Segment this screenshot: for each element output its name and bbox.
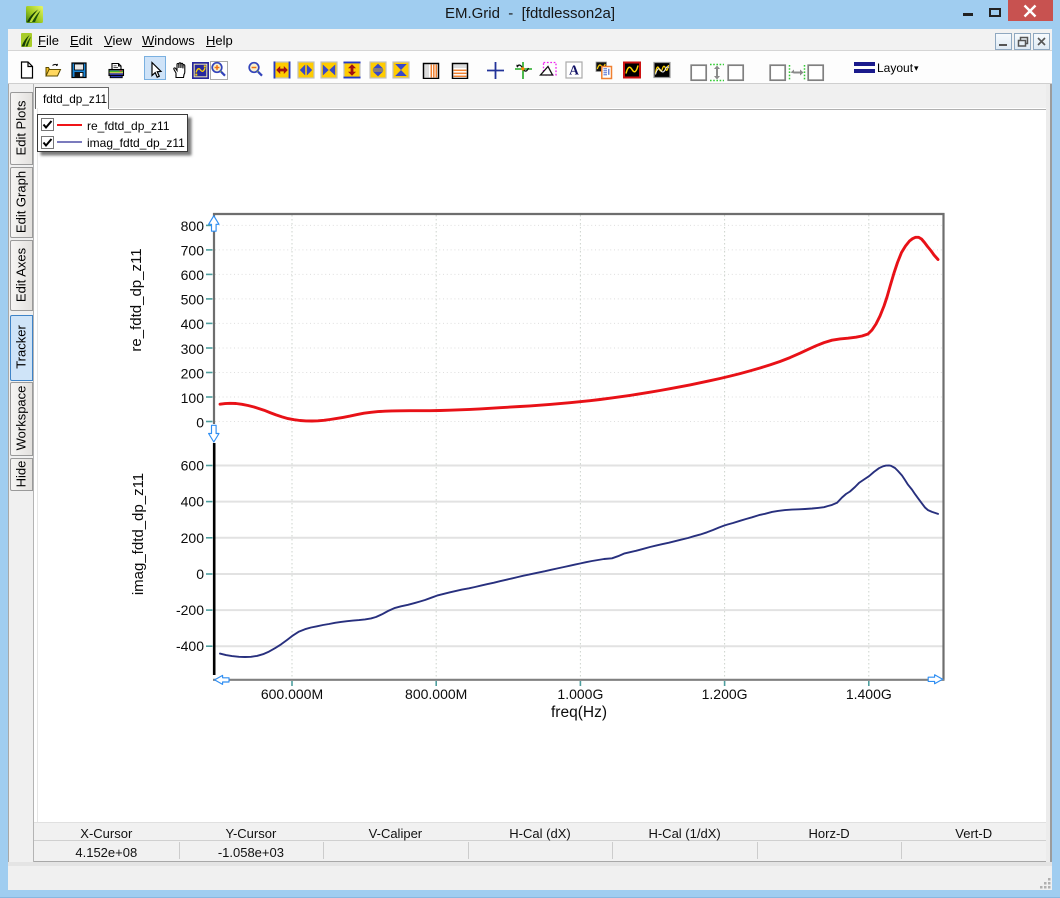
svg-text:freq(Hz): freq(Hz): [551, 704, 607, 721]
svg-text:0: 0: [196, 414, 204, 430]
svg-text:400: 400: [181, 316, 205, 332]
svg-text:200: 200: [181, 530, 205, 546]
svg-text:300: 300: [181, 341, 205, 357]
svg-text:-200: -200: [176, 602, 204, 618]
svg-text:1.000G: 1.000G: [557, 686, 603, 702]
svg-text:1.200G: 1.200G: [702, 686, 748, 702]
svg-text:600: 600: [181, 267, 205, 283]
svg-text:800: 800: [181, 218, 205, 234]
svg-text:200: 200: [181, 365, 205, 381]
svg-text:400: 400: [181, 494, 205, 510]
svg-text:600.000M: 600.000M: [261, 686, 323, 702]
svg-text:imag_fdtd_dp_z11: imag_fdtd_dp_z11: [130, 473, 147, 595]
svg-text:700: 700: [181, 243, 205, 259]
svg-text:re_fdtd_dp_z11: re_fdtd_dp_z11: [128, 248, 145, 351]
svg-text:600: 600: [181, 458, 205, 474]
svg-text:100: 100: [181, 390, 205, 406]
svg-text:1.400G: 1.400G: [846, 686, 892, 702]
svg-text:-400: -400: [176, 638, 204, 654]
svg-text:0: 0: [196, 566, 204, 582]
svg-text:800.000M: 800.000M: [405, 686, 467, 702]
svg-text:500: 500: [181, 292, 205, 308]
